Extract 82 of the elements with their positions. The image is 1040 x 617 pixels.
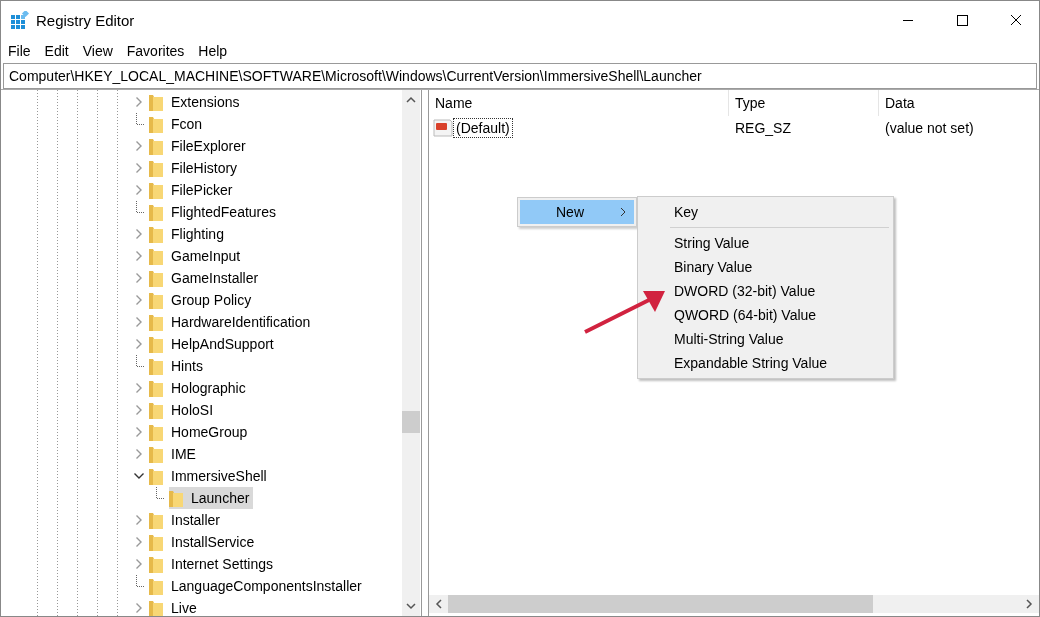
horizontal-scrollbar[interactable]: [429, 595, 1039, 613]
folder-icon: [149, 269, 163, 287]
folder-icon: [149, 467, 163, 485]
menu-item[interactable]: Binary Value: [638, 255, 893, 279]
tree-item[interactable]: FileExplorer: [149, 135, 250, 157]
window-title: Registry Editor: [36, 11, 135, 29]
menu-item[interactable]: Favorites: [119, 43, 192, 59]
tree-item[interactable]: HomeGroup: [149, 421, 252, 443]
menu-item[interactable]: String Value: [638, 231, 893, 255]
string-value-icon: [433, 119, 453, 137]
folder-icon: [169, 489, 183, 507]
vertical-scrollbar[interactable]: [402, 90, 420, 616]
scroll-down-icon[interactable]: [406, 603, 416, 610]
tree-item[interactable]: Extensions: [149, 91, 244, 113]
folder-icon: [149, 577, 163, 595]
folder-icon: [149, 335, 163, 353]
folder-icon: [149, 93, 163, 111]
value-type: REG_SZ: [734, 120, 792, 136]
folder-icon: [149, 555, 163, 573]
menu-item[interactable]: Help: [191, 43, 235, 59]
tree-item[interactable]: FilePicker: [149, 179, 237, 201]
menu-item[interactable]: QWORD (64-bit) Value: [638, 303, 893, 327]
folder-icon: [149, 247, 163, 265]
menu-item[interactable]: DWORD (32-bit) Value: [638, 279, 893, 303]
tree-item[interactable]: LanguageComponentsInstaller: [149, 575, 366, 597]
folder-icon: [149, 115, 163, 133]
folder-icon: [149, 291, 163, 309]
menu-item[interactable]: Expandable String Value: [638, 351, 893, 375]
folder-icon: [149, 511, 163, 529]
folder-icon: [149, 401, 163, 419]
scroll-left-icon[interactable]: [435, 599, 442, 609]
tree-item[interactable]: GameInput: [149, 245, 245, 267]
value-name[interactable]: (Default): [453, 118, 513, 138]
folder-icon: [149, 599, 163, 616]
tree-item[interactable]: FlightedFeatures: [149, 201, 281, 223]
folder-icon: [149, 379, 163, 397]
address-bar[interactable]: Computer\HKEY_LOCAL_MACHINE\SOFTWARE\Microsoft\Windows\CurrentVersion\ImmersiveShell\Launcher: [3, 63, 1037, 89]
menu-item[interactable]: Multi-String Value: [638, 327, 893, 351]
tree-item[interactable]: IME: [149, 443, 200, 465]
menu-item[interactable]: New: [520, 200, 634, 224]
folder-icon: [149, 225, 163, 243]
folder-icon: [149, 159, 163, 177]
submenu-chevron-icon: [620, 207, 626, 217]
close-icon: [1010, 14, 1022, 26]
column-header[interactable]: Name: [429, 90, 729, 116]
tree-item[interactable]: Hints: [149, 355, 207, 377]
menu-item[interactable]: View: [75, 43, 120, 59]
folder-icon: [149, 137, 163, 155]
scroll-up-icon[interactable]: [406, 96, 416, 103]
tree-item[interactable]: HardwareIdentification: [149, 311, 315, 333]
folder-icon: [149, 203, 163, 221]
scrollbar-thumb[interactable]: [448, 595, 873, 613]
registry-editor-icon: [11, 11, 29, 29]
tree-item[interactable]: ImmersiveShell: [149, 465, 271, 487]
tree-item[interactable]: Group Policy: [149, 289, 256, 311]
column-header[interactable]: Type: [729, 90, 879, 116]
folder-icon: [149, 313, 163, 331]
scroll-right-icon[interactable]: [1026, 599, 1033, 609]
tree-item[interactable]: Launcher: [169, 487, 254, 509]
folder-icon: [149, 533, 163, 551]
tree-item[interactable]: Internet Settings: [149, 553, 277, 575]
tree-item[interactable]: InstallService: [149, 531, 259, 553]
menu-item[interactable]: Key: [638, 200, 893, 224]
folder-icon: [149, 423, 163, 441]
scrollbar-thumb[interactable]: [402, 411, 420, 433]
tree-item[interactable]: HoloSI: [149, 399, 218, 421]
folder-icon: [149, 445, 163, 463]
tree-item[interactable]: HelpAndSupport: [149, 333, 278, 355]
tree-item[interactable]: Installer: [149, 509, 225, 531]
tree-item[interactable]: FileHistory: [149, 157, 242, 179]
tree-item[interactable]: Live: [149, 597, 201, 616]
folder-icon: [149, 181, 163, 199]
maximize-icon: [956, 14, 968, 26]
tree-item[interactable]: Flighting: [149, 223, 228, 245]
tree-item[interactable]: GameInstaller: [149, 267, 263, 289]
tree-item[interactable]: Fcon: [149, 113, 207, 135]
tree-item[interactable]: Holographic: [149, 377, 250, 399]
value-data: (value not set): [884, 120, 975, 136]
menu-item[interactable]: Edit: [37, 43, 76, 59]
menu-item[interactable]: File: [1, 43, 38, 59]
column-header[interactable]: Data: [879, 90, 1039, 116]
folder-icon: [149, 357, 163, 375]
